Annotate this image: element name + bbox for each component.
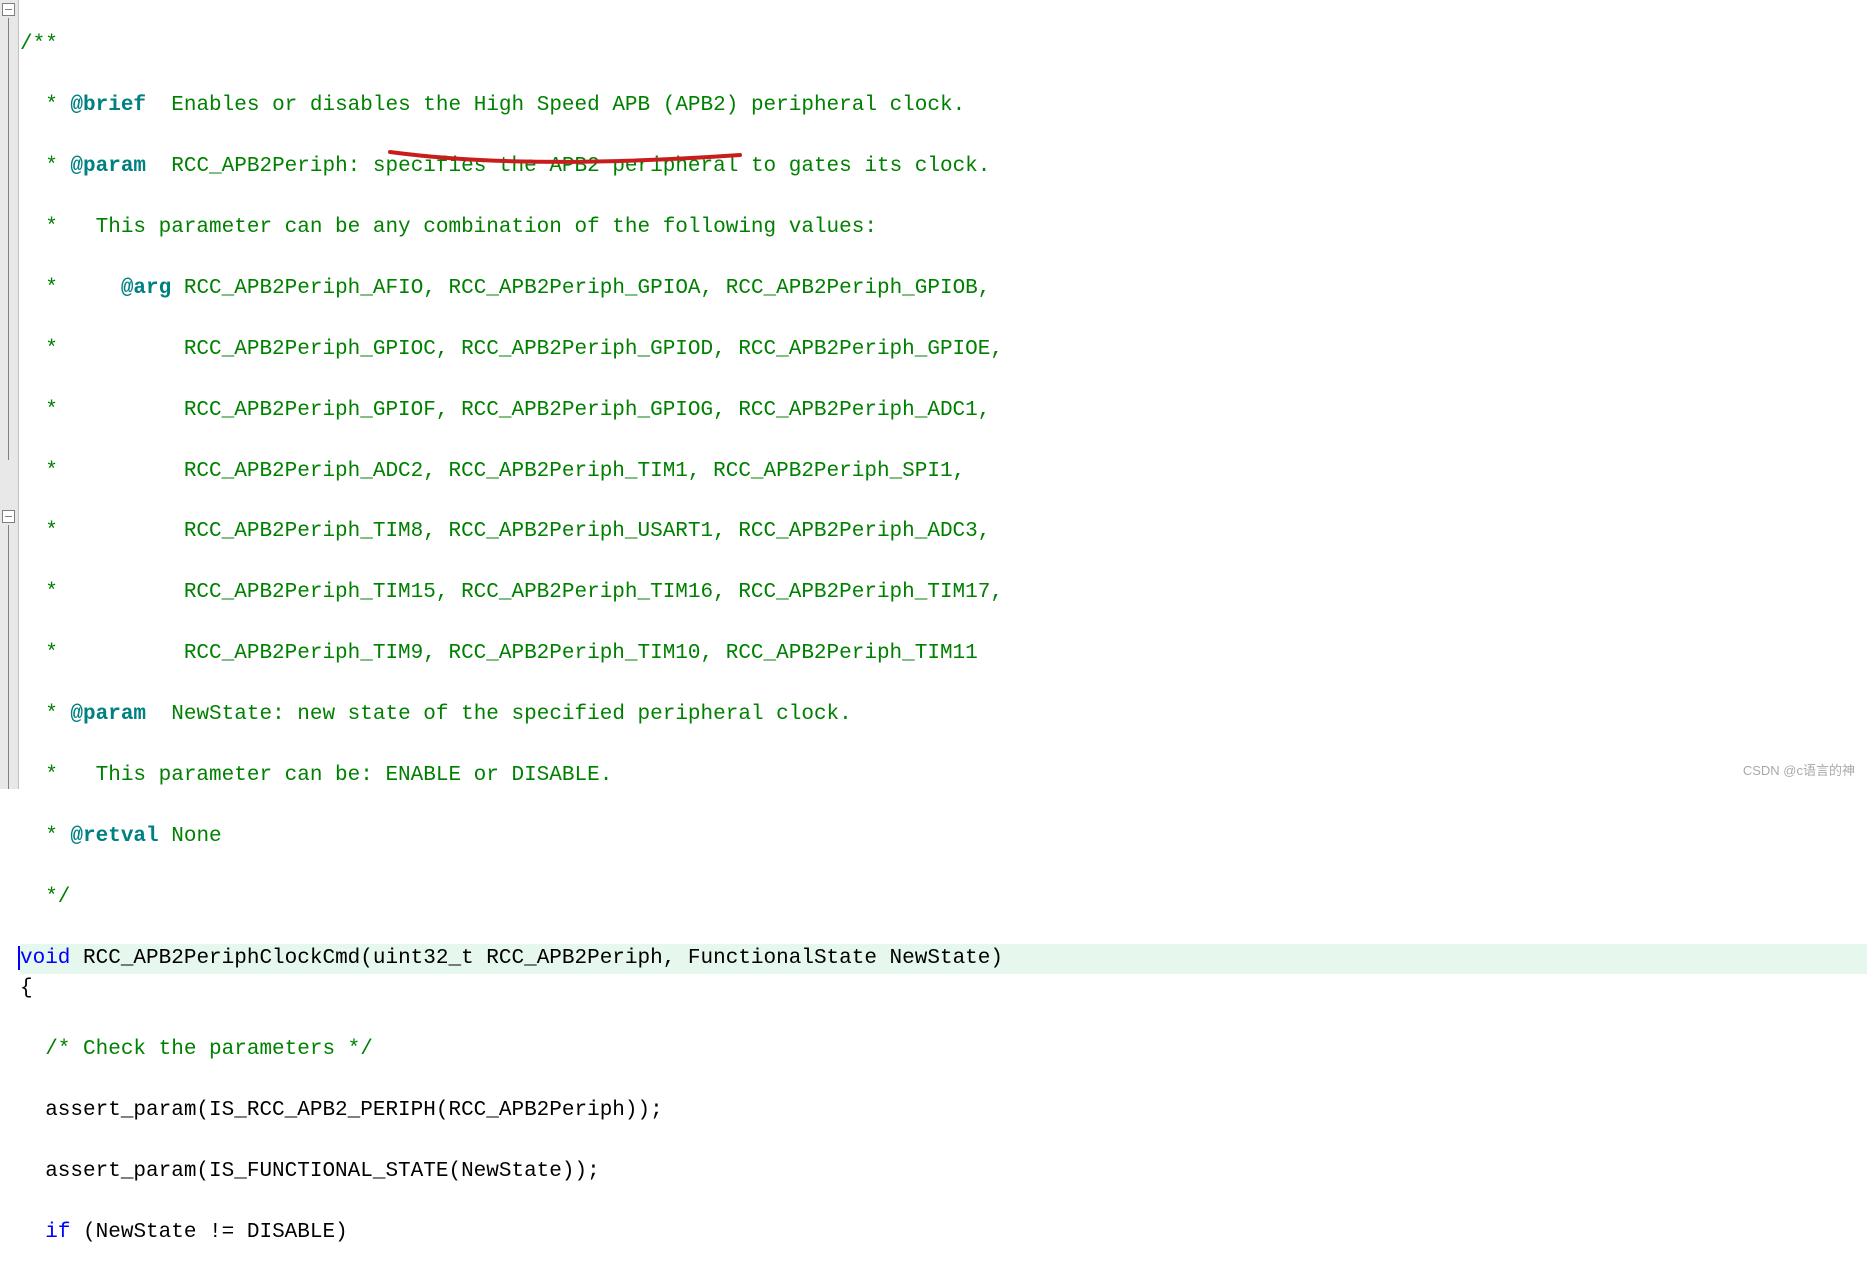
code-text: RCC_APB2PeriphClockCmd(uint32_t RCC_APB2…	[70, 947, 1003, 970]
code-text: *	[20, 94, 70, 117]
code-text: (NewState != DISABLE)	[70, 1221, 347, 1244]
code-text: *	[20, 825, 70, 848]
fold-box-comment[interactable]	[2, 3, 15, 16]
code-editor[interactable]: /** * @brief Enables or disables the Hig…	[20, 0, 1867, 1278]
doxygen-tag: @retval	[70, 825, 158, 848]
watermark: CSDN @c语言的神	[1743, 762, 1855, 781]
fold-line	[8, 18, 9, 460]
code-text: /* Check the parameters */	[20, 1038, 373, 1061]
fold-line-2	[8, 525, 9, 789]
code-text: assert_param(IS_RCC_APB2_PERIPH(RCC_APB2…	[20, 1099, 663, 1122]
keyword: if	[45, 1221, 70, 1244]
code-text: * RCC_APB2Periph_ADC2, RCC_APB2Periph_TI…	[20, 460, 965, 483]
code-text: *	[20, 155, 70, 178]
keyword: void	[20, 947, 70, 970]
code-text: assert_param(IS_FUNCTIONAL_STATE(NewStat…	[20, 1160, 600, 1183]
code-text: * RCC_APB2Periph_GPIOF, RCC_APB2Periph_G…	[20, 399, 990, 422]
code-text: * RCC_APB2Periph_TIM9, RCC_APB2Periph_TI…	[20, 642, 978, 665]
code-text: */	[20, 886, 70, 909]
code-text: * RCC_APB2Periph_TIM15, RCC_APB2Periph_T…	[20, 581, 1003, 604]
doxygen-tag: @arg	[121, 277, 171, 300]
code-text: *	[20, 277, 121, 300]
code-text: {	[20, 977, 33, 1000]
code-text: /**	[20, 33, 58, 56]
code-text: Enables or disables the High Speed APB (…	[146, 94, 965, 117]
code-text: * RCC_APB2Periph_GPIOC, RCC_APB2Periph_G…	[20, 338, 1003, 361]
doxygen-tag: @param	[70, 155, 146, 178]
code-text: *	[20, 703, 70, 726]
code-text: RCC_APB2Periph: specifies the APB2 perip…	[146, 155, 990, 178]
code-text: * This parameter can be: ENABLE or DISAB…	[20, 764, 612, 787]
code-text: * RCC_APB2Periph_TIM8, RCC_APB2Periph_US…	[20, 520, 990, 543]
fold-gutter	[0, 0, 19, 789]
code-text: None	[159, 825, 222, 848]
doxygen-tag: @brief	[70, 94, 146, 117]
code-text: * This parameter can be any combination …	[20, 216, 877, 239]
doxygen-tag: @param	[70, 703, 146, 726]
code-text	[20, 1221, 45, 1244]
fold-box-function[interactable]	[2, 510, 15, 523]
code-text: RCC_APB2Periph_AFIO, RCC_APB2Periph_GPIO…	[171, 277, 990, 300]
code-text: NewState: new state of the specified per…	[146, 703, 852, 726]
current-line-highlight: void RCC_APB2PeriphClockCmd(uint32_t RCC…	[20, 944, 1867, 974]
